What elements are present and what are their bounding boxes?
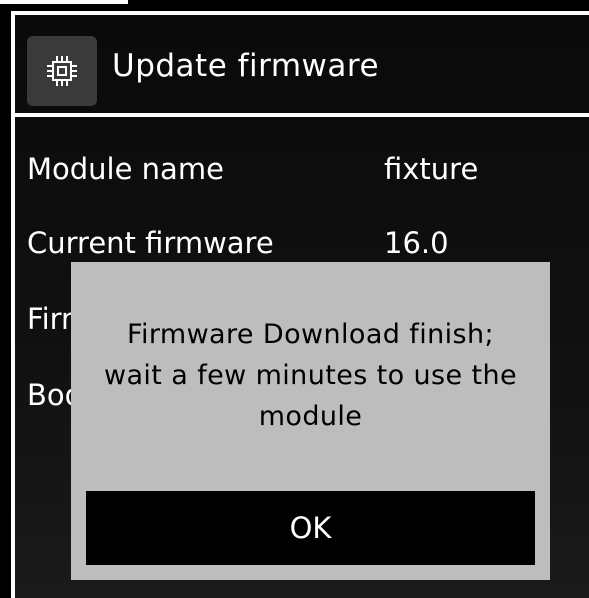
module-name-value: fixture — [384, 152, 479, 186]
screen: Update firmware Module name fixture Curr… — [0, 0, 589, 598]
page-title: Update firmware — [112, 48, 380, 84]
dialog-message: Firmware Download finish; wait a few min… — [71, 314, 550, 437]
dialog-message-line: Firmware Download finish; — [126, 319, 494, 350]
ok-button[interactable]: OK — [86, 491, 535, 565]
header: Update firmware — [15, 22, 589, 112]
dialog-message-line: module — [258, 401, 363, 432]
header-divider — [15, 113, 589, 117]
top-border-notch — [0, 0, 128, 4]
chip-icon — [27, 36, 97, 106]
current-firmware-value: 16.0 — [384, 226, 449, 260]
module-name-label: Module name — [27, 152, 224, 186]
firmware-download-dialog: Firmware Download finish; wait a few min… — [71, 262, 550, 580]
dialog-message-line: wait a few minutes to use the — [103, 360, 518, 391]
current-firmware-label: Current firmware — [27, 226, 274, 260]
